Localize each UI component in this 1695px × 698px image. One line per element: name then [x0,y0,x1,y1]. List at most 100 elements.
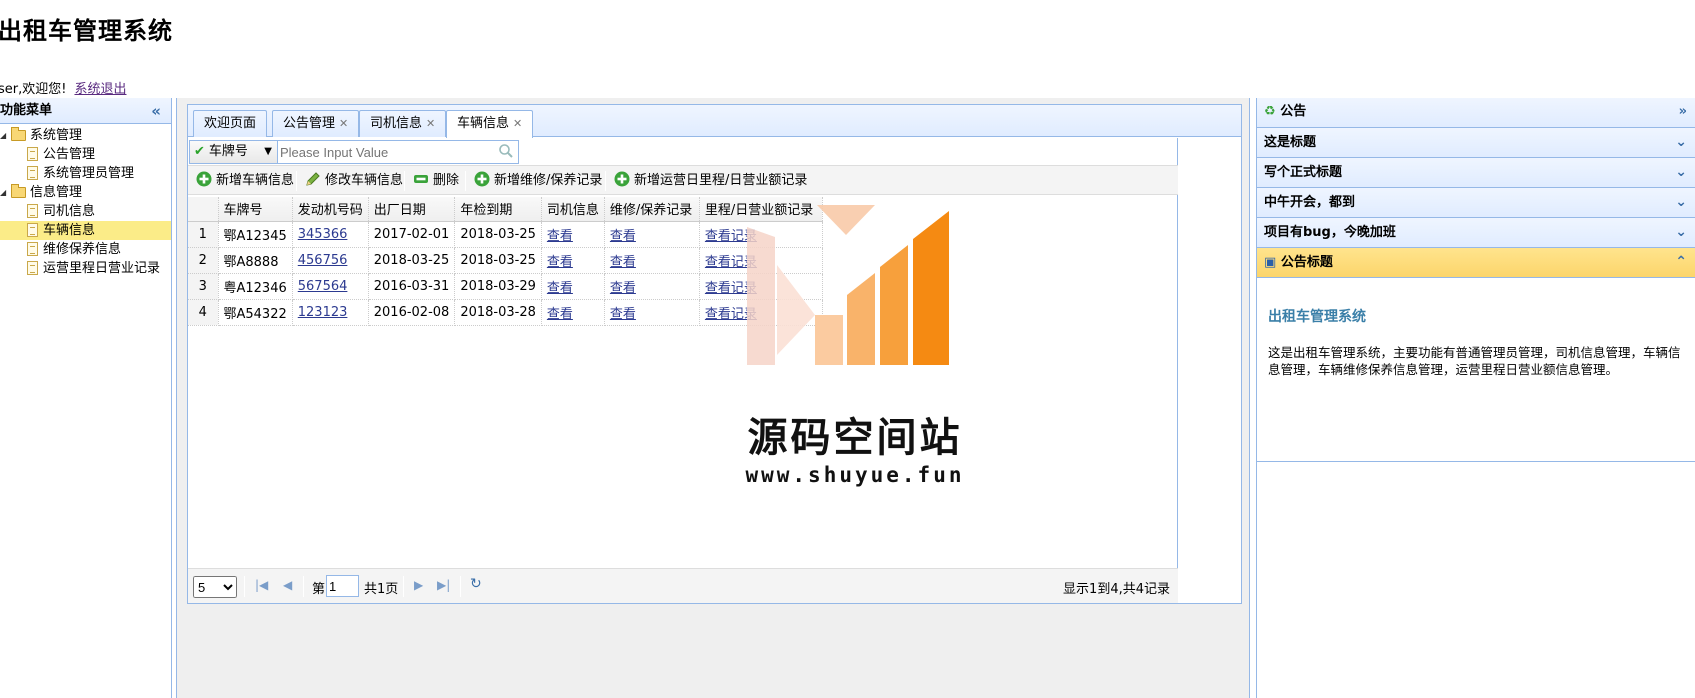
tab-welcome[interactable]: 欢迎页面 [193,110,268,137]
close-icon[interactable]: ✕ [339,117,348,130]
next-page-icon[interactable]: ▶ [414,578,423,592]
tab-notice[interactable]: 公告管理 ✕ [272,110,360,137]
add-maintenance-button[interactable]: 新增维修/保养记录 [474,170,602,192]
search-input[interactable] [280,142,495,162]
close-icon[interactable]: ✕ [513,117,522,130]
datagrid: ✔车牌号▼ 新增车辆信息 修改车辆信息 [188,138,1178,604]
add-vehicle-button[interactable]: 新增车辆信息 [196,170,294,192]
menu-item-notice[interactable]: 公告管理 [0,145,171,164]
plate-cell: 粤A12346 [218,273,293,300]
engine-number-link[interactable]: 456756 [298,253,348,268]
page-size-select[interactable]: 5 [193,576,237,598]
menu-item-driver[interactable]: 司机信息 [0,202,171,221]
engine-number-link[interactable]: 567564 [298,279,348,294]
pencil-icon [306,172,320,186]
menu-item-admin[interactable]: 系统管理员管理 [0,164,171,183]
edit-vehicle-button[interactable]: 修改车辆信息 [305,170,403,192]
add-icon [614,171,630,187]
tree-expand-icon[interactable]: ◢ [0,183,8,202]
close-icon[interactable]: ✕ [426,117,435,130]
view-maintenance-link[interactable]: 查看 [610,229,636,244]
pagination: 5 |◀ ◀ 第 共1页 ▶ ▶| ↻ 显示1到4,共4记录 [188,568,1178,603]
first-page-icon[interactable]: |◀ [255,578,268,592]
column-header[interactable]: 司机信息 [541,197,605,222]
delete-button[interactable]: 删除 [413,170,459,192]
tree-group-system[interactable]: ◢ 系统管理 [0,126,171,145]
refresh-icon[interactable]: ↻ [470,576,482,592]
prev-page-icon[interactable]: ◀ [283,578,292,592]
view-mileage-link[interactable]: 查看记录 [705,229,757,244]
menu-item-vehicle[interactable]: 车辆信息 [0,221,171,240]
table-cell: 查看记录 [699,273,823,300]
table-header-row: 车牌号 发动机号码 出厂日期 年检到期 司机信息 维修/保养记录 里程/日营业额… [188,197,823,222]
column-header[interactable]: 里程/日营业额记录 [699,197,823,222]
view-maintenance-link[interactable]: 查看 [610,307,636,322]
button-label: 删除 [433,173,460,188]
column-header[interactable]: 年检到期 [454,197,542,222]
table-cell: 查看 [541,247,605,274]
notice-item-title: 中午开会，都到 [1264,195,1356,210]
tab-driver[interactable]: 司机信息 ✕ [359,110,447,137]
column-header[interactable]: 发动机号码 [292,197,369,222]
notice-item[interactable]: 这是标题 ⌄ [1257,128,1695,158]
search-icon[interactable] [498,143,514,159]
column-header[interactable]: 车牌号 [218,197,293,222]
last-page-icon[interactable]: ▶| [437,578,450,592]
notice-item-title: 公告标题 [1280,255,1333,270]
tab-label: 司机信息 [370,116,423,131]
notice-item[interactable]: 写个正式标题 ⌄ [1257,158,1695,188]
table-row[interactable]: 4 鄂A54322 123123 2016-02-08 2018-03-28 查看 查看 查看… [188,299,823,326]
view-driver-link[interactable]: 查看 [547,281,573,296]
column-header[interactable]: 维修/保养记录 [604,197,700,222]
table-row[interactable]: 1 鄂A12345 345366 2017-02-01 2018-03-25 查看 查看 查看… [188,221,823,248]
view-mileage-link[interactable]: 查看记录 [705,255,757,270]
page-number-input[interactable] [326,575,359,597]
view-maintenance-link[interactable]: 查看 [610,255,636,270]
vehicle-table: 车牌号 发动机号码 出厂日期 年检到期 司机信息 维修/保养记录 里程/日营业额… [188,197,823,326]
pager-separator [460,576,461,597]
view-mileage-link[interactable]: 查看记录 [705,307,757,322]
tabs-container: 欢迎页面 公告管理 ✕ 司机信息 ✕ 车辆信息 ✕ ✔ 车牌号 ▼ Please… [187,104,1242,604]
table-cell: 查看 [604,221,700,248]
column-header[interactable]: 出厂日期 [368,197,456,222]
search-field-menu[interactable]: ✔ 车牌号 ▼ [190,141,278,163]
notice-item-title: 项目有bug，今晚加班 [1264,225,1396,240]
menu-item-maintenance[interactable]: 维修保养信息 [0,240,171,259]
header: 出租车管理系统 ser,欢迎您! 系统退出 [0,0,1695,97]
logout-link[interactable]: 系统退出 [74,82,126,97]
engine-number-link[interactable]: 345366 [298,227,348,242]
view-maintenance-link[interactable]: 查看 [610,281,636,296]
file-icon [27,223,38,237]
collapse-right-icon[interactable]: » [1679,98,1687,126]
made-date-cell: 2016-02-08 [368,299,456,326]
menu-item-label: 维修保养信息 [43,242,122,257]
table-row[interactable]: 3 粤A12346 567564 2016-03-31 2018-03-29 查看 查看 查看… [188,273,823,300]
notice-item-selected[interactable]: ▣ 公告标题 ⌃ [1257,248,1695,278]
add-mileage-button[interactable]: 新增运营日里程/日营业额记录 [614,170,807,192]
view-driver-link[interactable]: 查看 [547,307,573,322]
tree-expand-icon[interactable]: ◢ [0,126,8,145]
inspection-date-cell: 2018-03-25 [454,247,542,274]
collapse-left-icon[interactable]: « [151,98,161,124]
table-cell: 查看记录 [699,221,823,248]
user-line: ser,欢迎您! 系统退出 [0,78,126,97]
menu-item-mileage[interactable]: 运营里程日营业记录 [0,259,171,278]
expand-icon: ⌄ [1675,194,1687,210]
table-cell: 123123 [292,299,369,326]
notice-item[interactable]: 中午开会，都到 ⌄ [1257,188,1695,218]
engine-number-link[interactable]: 123123 [298,305,348,320]
menu-item-label: 公告管理 [43,147,96,162]
view-driver-link[interactable]: 查看 [547,229,573,244]
notice-item[interactable]: 项目有bug，今晚加班 ⌄ [1257,218,1695,248]
expand-icon: ⌄ [1675,134,1687,150]
view-mileage-link[interactable]: 查看记录 [705,281,757,296]
table-row[interactable]: 2 鄂A8888 456756 2018-03-25 2018-03-25 查看 查看 查看记… [188,247,823,274]
search-field-label: 车牌号 [208,144,248,159]
button-label: 新增车辆信息 [216,173,295,188]
total-pages-label: 共1页 [364,582,399,597]
left-menu-title: 功能菜单 [0,103,53,118]
button-label: 修改车辆信息 [325,173,404,188]
tree-group-info[interactable]: ◢ 信息管理 [0,183,171,202]
tab-vehicle[interactable]: 车辆信息 ✕ [446,110,534,138]
view-driver-link[interactable]: 查看 [547,255,573,270]
